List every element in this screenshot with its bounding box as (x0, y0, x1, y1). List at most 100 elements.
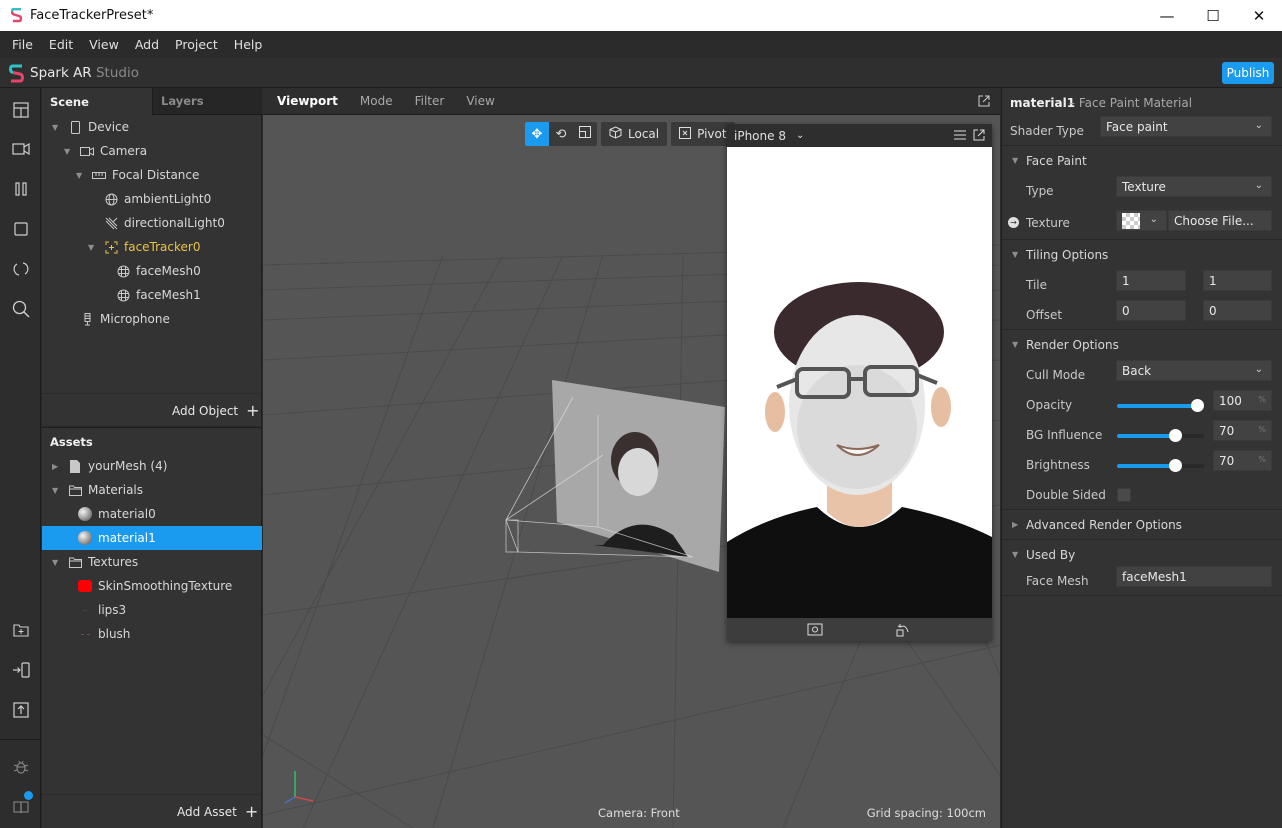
shader-type-select[interactable]: Face paint ⌄ (1100, 116, 1272, 137)
menu-help[interactable]: Help (226, 37, 271, 52)
rotate-device-icon[interactable] (896, 622, 910, 640)
face-paint-section[interactable]: ▼ Face Paint (1002, 146, 1282, 176)
opacity-input[interactable]: 100% (1213, 390, 1272, 411)
asset-item-material0[interactable]: material0 (78, 502, 156, 526)
offset-x-input[interactable]: 0 (1116, 300, 1186, 321)
ruler-icon (92, 168, 106, 182)
menu-add[interactable]: Add (127, 37, 167, 52)
tree-item-ambient-light[interactable]: ambientLight0 (104, 187, 211, 211)
choose-file-button[interactable]: Choose File... (1168, 210, 1272, 231)
tree-item-label: Materials (88, 483, 144, 497)
move-tool-button[interactable]: ✥ (525, 122, 549, 146)
tree-item-microphone[interactable]: Microphone (80, 307, 170, 331)
minimize-button[interactable]: — (1144, 0, 1190, 31)
slider-knob[interactable] (1191, 399, 1204, 412)
send-to-device-icon[interactable] (10, 659, 32, 681)
tab-layers[interactable]: Layers (152, 88, 262, 115)
expand-triangle-icon[interactable]: ▼ (76, 171, 86, 180)
tree-item-face-mesh-0[interactable]: faceMesh0 (116, 259, 201, 283)
expand-triangle-icon[interactable]: ▼ (52, 486, 62, 495)
rotate-tool-button[interactable]: ⟲ (549, 122, 573, 146)
camera-icon[interactable] (10, 138, 32, 160)
opacity-slider[interactable] (1117, 395, 1204, 416)
asset-item-blush[interactable]: blush (78, 622, 130, 646)
sync-icon[interactable] (10, 258, 32, 280)
tile-x-input[interactable]: 1 (1116, 270, 1186, 291)
bug-icon[interactable] (10, 756, 32, 778)
tile-y-input[interactable]: 1 (1203, 270, 1272, 291)
add-folder-icon[interactable] (10, 619, 32, 641)
add-asset-button[interactable]: Add Asset + (177, 804, 258, 820)
tab-filter[interactable]: Filter (401, 94, 453, 108)
square-icon[interactable] (10, 218, 32, 240)
object-name: material1 (1010, 96, 1076, 110)
device-select[interactable]: iPhone 8 ⌄ (734, 129, 804, 143)
menu-view[interactable]: View (81, 37, 127, 52)
local-toggle[interactable]: Local (601, 122, 668, 146)
double-sided-checkbox[interactable] (1117, 488, 1131, 502)
tree-item-face-tracker[interactable]: ▼ faceTracker0 (88, 235, 200, 259)
asset-item-materials-folder[interactable]: ▼ Materials (52, 478, 143, 502)
tool-rail (0, 88, 41, 828)
render-section[interactable]: ▼ Render Options (1002, 330, 1282, 360)
tab-view[interactable]: View (452, 94, 502, 108)
expand-triangle-icon[interactable]: ▼ (64, 147, 74, 156)
slider-knob[interactable] (1169, 429, 1182, 442)
close-button[interactable]: ✕ (1236, 0, 1282, 31)
tab-scene[interactable]: Scene (42, 88, 152, 115)
bg-influence-slider[interactable] (1117, 425, 1204, 446)
expand-triangle-icon[interactable]: ▼ (52, 123, 62, 132)
texture-swatch-select[interactable]: ⌄ (1116, 210, 1167, 231)
connect-arrow-icon[interactable]: → (1008, 217, 1019, 228)
add-object-button[interactable]: Add Object + (172, 403, 260, 419)
docs-icon[interactable] (10, 791, 33, 818)
pause-icon[interactable] (10, 178, 32, 200)
tree-item-device[interactable]: ▼ Device (52, 115, 129, 139)
minimize-icon: — (1159, 6, 1175, 25)
tab-mode[interactable]: Mode (346, 94, 401, 108)
asset-item-your-mesh[interactable]: ▶ yourMesh (4) (52, 454, 167, 478)
viewport-canvas[interactable]: ✥ ⟲ Local Pivot iPhone 8 ⌄ Camera: Front… (263, 115, 1000, 828)
bg-influence-input[interactable]: 70% (1213, 420, 1272, 441)
cull-mode-select[interactable]: Back ⌄ (1116, 360, 1272, 381)
switch-camera-icon[interactable] (807, 622, 823, 640)
collapse-triangle-icon[interactable]: ▶ (52, 462, 62, 471)
face-mesh-field[interactable]: faceMesh1 (1116, 566, 1272, 587)
tree-item-face-mesh-1[interactable]: faceMesh1 (116, 283, 201, 307)
menu-project[interactable]: Project (167, 37, 226, 52)
expand-triangle-icon[interactable]: ▼ (52, 558, 62, 567)
layout-icon[interactable] (10, 99, 32, 121)
simulator-screen[interactable] (727, 147, 992, 618)
menu-edit[interactable]: Edit (41, 37, 81, 52)
advanced-render-section[interactable]: ▶ Advanced Render Options (1002, 510, 1282, 540)
tree-item-directional-light[interactable]: directionalLight0 (104, 211, 225, 235)
pivot-toggle[interactable]: Pivot (671, 122, 735, 146)
chevron-down-icon: ⌄ (1254, 364, 1263, 375)
asset-item-material1[interactable]: material1 (42, 526, 262, 550)
popout-icon[interactable] (973, 129, 985, 144)
type-select[interactable]: Texture ⌄ (1116, 176, 1272, 197)
asset-item-skin-smoothing-texture[interactable]: SkinSmoothingTexture (78, 574, 232, 598)
tiling-section[interactable]: ▼ Tiling Options (1002, 240, 1282, 270)
tree-item-label: faceMesh1 (136, 288, 201, 302)
menu-icon[interactable] (954, 129, 966, 143)
tab-viewport[interactable]: Viewport (263, 94, 346, 108)
brightness-slider[interactable] (1117, 455, 1204, 476)
publish-button[interactable]: Publish (1222, 62, 1274, 84)
asset-item-textures-folder[interactable]: ▼ Textures (52, 550, 138, 574)
tree-item-focal-distance[interactable]: ▼ Focal Distance (76, 163, 199, 187)
brightness-input[interactable]: 70% (1213, 450, 1272, 471)
upload-icon[interactable] (10, 699, 32, 721)
expand-triangle-icon[interactable]: ▼ (88, 243, 98, 252)
pivot-label: Pivot (697, 127, 727, 141)
menu-file[interactable]: File (4, 37, 41, 52)
mesh-icon (116, 264, 130, 278)
tree-item-camera[interactable]: ▼ Camera (64, 139, 147, 163)
search-icon[interactable] (10, 298, 32, 320)
asset-item-lips3[interactable]: lips3 (78, 598, 126, 622)
slider-knob[interactable] (1169, 459, 1182, 472)
offset-y-input[interactable]: 0 (1203, 300, 1272, 321)
scale-tool-button[interactable] (573, 122, 597, 146)
popout-icon[interactable] (978, 95, 990, 110)
maximize-button[interactable]: ☐ (1190, 0, 1236, 31)
